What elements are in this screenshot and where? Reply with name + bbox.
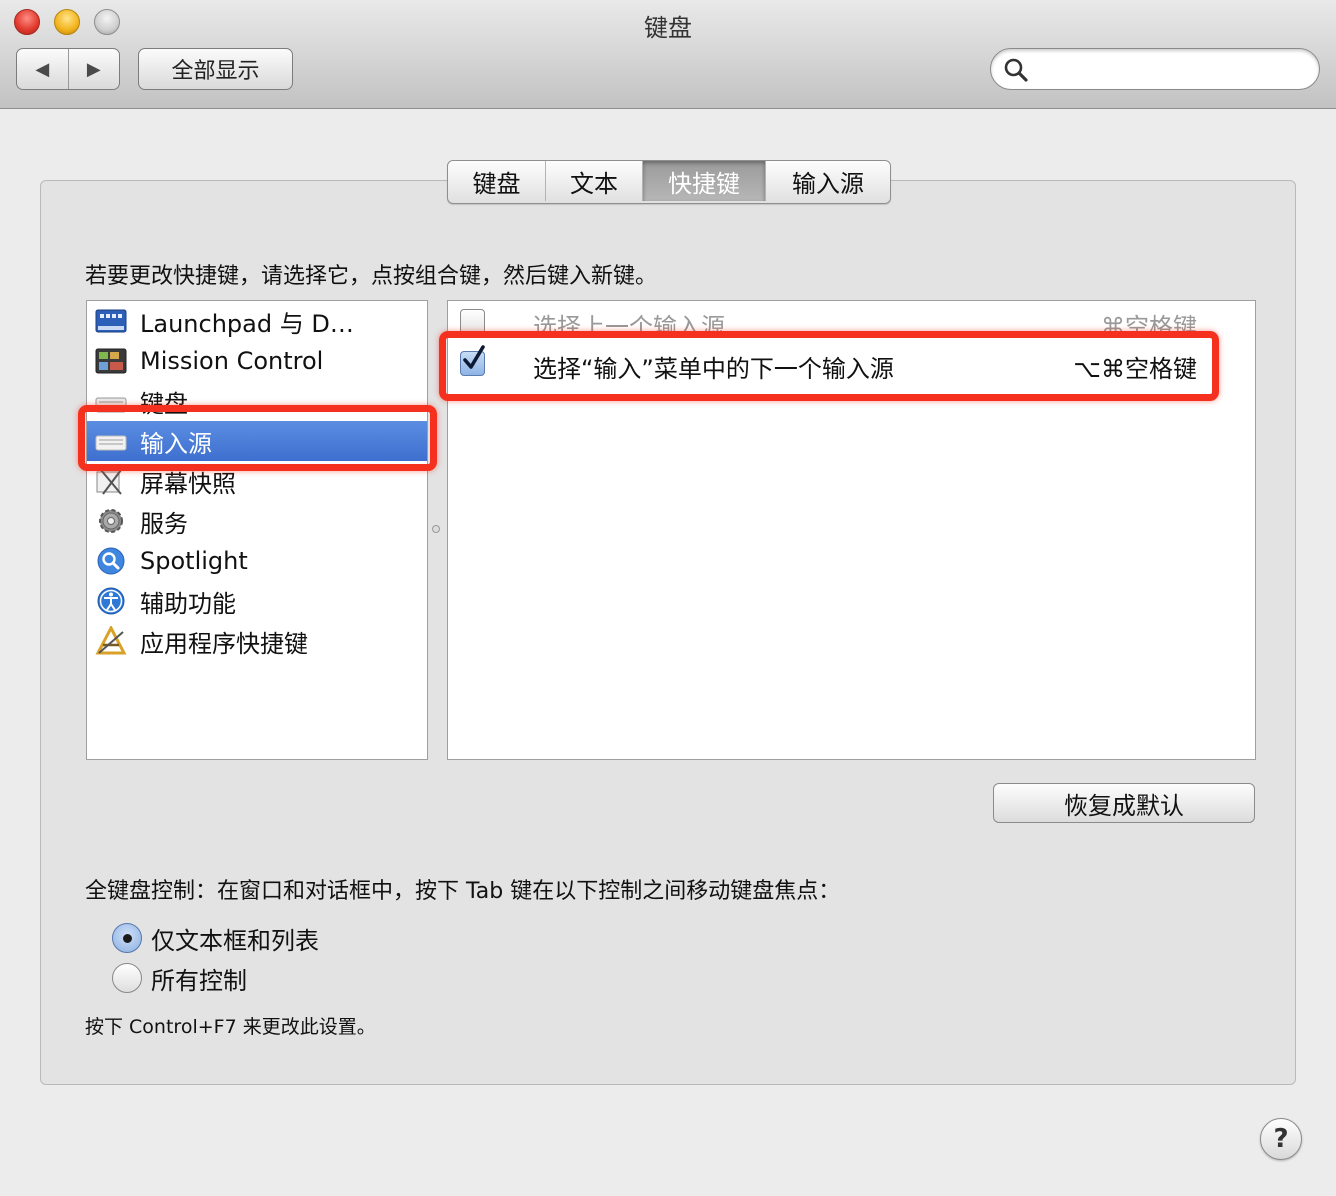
category-launchpad[interactable]: Launchpad 与 D…: [87, 301, 427, 341]
mission-control-icon: [95, 348, 127, 374]
title-bar: 键盘 ◀ ▶ 全部显示: [0, 0, 1336, 109]
category-label: 辅助功能: [140, 589, 236, 618]
accessibility-icon: [97, 587, 125, 615]
tab-text[interactable]: 文本: [546, 161, 643, 201]
highlight-frame-category: [78, 405, 437, 471]
spotlight-icon: [97, 547, 125, 575]
radio-all-controls[interactable]: 所有控制: [112, 962, 247, 995]
back-forward-control: ◀ ▶: [16, 48, 120, 90]
back-arrow-icon: ◀: [35, 58, 50, 80]
category-spotlight[interactable]: Spotlight: [87, 541, 427, 581]
category-label: Launchpad 与 D…: [140, 309, 354, 338]
category-label: Mission Control: [140, 347, 324, 375]
category-list[interactable]: Launchpad 与 D… Mission Control 键盘 输入源 屏幕…: [86, 300, 428, 760]
window-title: 键盘: [644, 14, 692, 42]
radio-button[interactable]: [112, 963, 142, 993]
gear-icon: [99, 509, 123, 533]
tab-input-sources[interactable]: 输入源: [766, 161, 890, 201]
radio-text-boxes-and-lists[interactable]: 仅文本框和列表: [112, 922, 319, 955]
search-icon: [1004, 58, 1028, 82]
instruction-text: 若要更改快捷键，请选择它，点按组合键，然后键入新键。: [85, 264, 658, 289]
show-all-button[interactable]: 全部显示: [138, 48, 293, 90]
category-label: 服务: [140, 509, 188, 538]
forward-button[interactable]: ▶: [69, 49, 120, 89]
back-button[interactable]: ◀: [17, 49, 69, 89]
restore-defaults-button[interactable]: 恢复成默认: [993, 783, 1255, 823]
full-keyboard-access-label: 全键盘控制：在窗口和对话框中，按下 Tab 键在以下控制之间移动键盘焦点：: [85, 879, 841, 904]
radio-button[interactable]: [112, 923, 142, 953]
tab-keyboard[interactable]: 键盘: [448, 161, 546, 201]
category-label: Spotlight: [140, 547, 248, 575]
radio-label: 仅文本框和列表: [151, 926, 319, 955]
forward-arrow-icon: ▶: [86, 58, 101, 80]
search-input[interactable]: [1035, 55, 1309, 85]
split-view-handle[interactable]: [432, 525, 440, 533]
category-mission-control[interactable]: Mission Control: [87, 341, 427, 381]
category-label: 应用程序快捷键: [140, 629, 308, 658]
search-field[interactable]: [990, 48, 1320, 90]
highlight-frame-shortcut: [439, 331, 1219, 401]
launchpad-icon: [95, 309, 127, 333]
hint-text: 按下 Control+F7 来更改此设置。: [85, 1016, 376, 1038]
category-accessibility[interactable]: 辅助功能: [87, 581, 427, 621]
radio-label: 所有控制: [151, 966, 247, 995]
category-services[interactable]: 服务: [87, 501, 427, 541]
app-shortcuts-icon: [95, 626, 127, 655]
category-app-shortcuts[interactable]: 应用程序快捷键: [87, 621, 427, 661]
tab-bar: 键盘 文本 快捷键 输入源: [447, 160, 891, 204]
tab-shortcuts[interactable]: 快捷键: [643, 161, 766, 201]
help-button[interactable]: ?: [1260, 1118, 1302, 1160]
